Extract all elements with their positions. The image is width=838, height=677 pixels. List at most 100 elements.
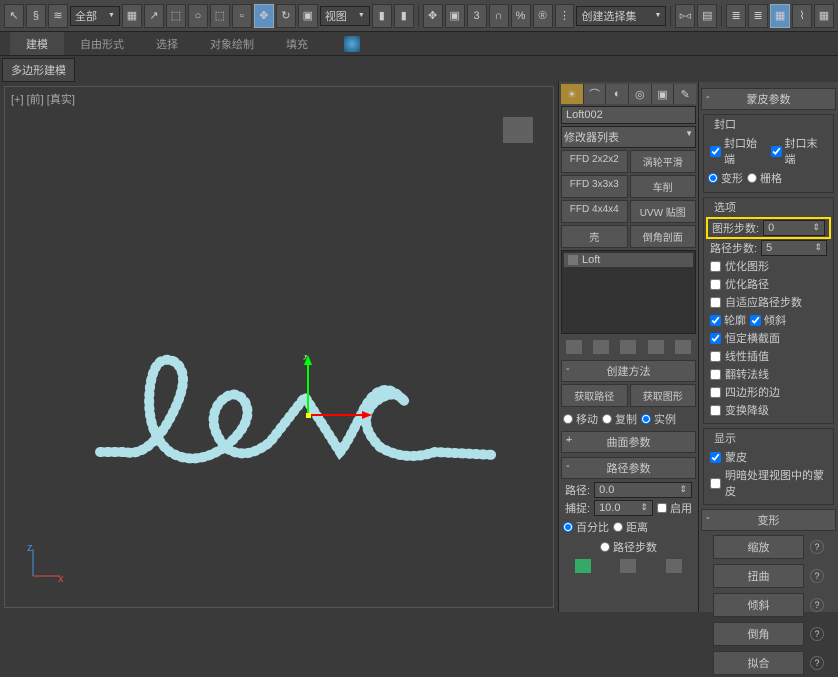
skin-shade-check[interactable]: 明暗处理视图中的蒙皮 — [706, 466, 831, 500]
config-icon[interactable] — [675, 340, 691, 354]
tab-icon[interactable]: ◎ — [629, 84, 651, 104]
radio-steps[interactable]: 路径步数 — [600, 539, 657, 555]
teeter-deform-btn[interactable]: 倾斜 — [713, 593, 804, 617]
get-shape-btn[interactable]: 获取图形 — [630, 384, 697, 407]
radio-move[interactable]: 移动 — [563, 411, 598, 427]
morph-radio[interactable]: 变形 — [708, 170, 743, 186]
rollup-path[interactable]: 路径参数 — [561, 457, 696, 479]
twist-deform-btn[interactable]: 扭曲 — [713, 564, 804, 588]
tool-icon[interactable]: ▦ — [770, 4, 790, 28]
tool-icon[interactable]: § — [26, 4, 46, 28]
tool-icon[interactable]: ↗ — [144, 4, 164, 28]
tool-icon[interactable]: ✥ — [423, 4, 443, 28]
rollup-deform[interactable]: 变形 — [701, 509, 836, 531]
toggle-icon[interactable]: ? — [810, 656, 824, 670]
tool-icon[interactable]: ≣ — [748, 4, 768, 28]
selset-dropdown[interactable]: 创建选择集 — [576, 6, 666, 26]
viewport[interactable]: [+] [前] [真实] y zx — [4, 86, 554, 608]
fit-deform-btn[interactable]: 拟合 — [713, 651, 804, 675]
object-name-input[interactable] — [561, 106, 696, 124]
opt-check[interactable]: 变换降级 — [706, 401, 831, 419]
move-icon[interactable]: ✥ — [254, 4, 274, 28]
sub-tab-polymodel[interactable]: 多边形建模 — [2, 58, 75, 82]
mod-btn[interactable]: FFD 2x2x2 — [561, 150, 628, 173]
cap-end-check[interactable]: 封口末端 — [771, 135, 828, 167]
tab-fill[interactable]: 填充 — [270, 32, 324, 55]
mod-btn[interactable]: FFD 3x3x3 — [561, 175, 628, 198]
tab-create-icon[interactable]: ☀ — [561, 84, 583, 104]
tab-icon[interactable]: ◐ — [606, 84, 628, 104]
tool-icon[interactable] — [593, 340, 609, 354]
opt-check[interactable]: 优化路径 — [706, 275, 831, 293]
scale-icon[interactable]: ▣ — [298, 4, 318, 28]
opt-check[interactable]: 优化图形 — [706, 257, 831, 275]
rollup-creation[interactable]: 创建方法 — [561, 360, 696, 382]
opt-check[interactable]: 线性插值 — [706, 347, 831, 365]
marquee-icon[interactable]: ⬚ — [166, 4, 186, 28]
rollup-surface[interactable]: +曲面参数 — [561, 431, 696, 453]
mod-btn[interactable]: FFD 4x4x4 — [561, 200, 628, 223]
align-icon[interactable]: ▤ — [697, 4, 717, 28]
opt-check[interactable]: 四边形的边 — [706, 383, 831, 401]
snap-spinner[interactable]: 10.0 — [594, 500, 653, 516]
toggle-icon[interactable]: ? — [810, 598, 824, 612]
schematic-icon[interactable]: ▦ — [814, 4, 834, 28]
prev-icon[interactable] — [620, 559, 636, 573]
opt-check[interactable]: 轮廓 — [710, 312, 746, 328]
tab-icon[interactable]: ▣ — [652, 84, 674, 104]
snap-icon[interactable]: % — [511, 4, 531, 28]
shape-steps-spinner[interactable]: 0 — [763, 220, 825, 236]
tab-modeling[interactable]: 建模 — [10, 32, 64, 55]
radio-pct[interactable]: 百分比 — [563, 519, 609, 535]
move-gizmo[interactable]: y — [300, 355, 380, 435]
tab-objpaint[interactable]: 对象绘制 — [194, 32, 270, 55]
rollup-skin[interactable]: 蒙皮参数 — [701, 88, 836, 110]
radio-copy[interactable]: 复制 — [602, 411, 637, 427]
tool-icon[interactable]: ▮ — [394, 4, 414, 28]
get-path-btn[interactable]: 获取路径 — [561, 384, 628, 407]
tab-modify-icon[interactable]: ⌒ — [584, 84, 606, 104]
toggle-icon[interactable]: ? — [810, 540, 824, 554]
stack-item[interactable]: Loft — [564, 253, 693, 267]
opt-check[interactable]: 自适应路径步数 — [706, 293, 831, 311]
tab-freeform[interactable]: 自由形式 — [64, 32, 140, 55]
mod-btn[interactable]: 倒角剖面 — [630, 225, 697, 248]
enable-check[interactable]: 启用 — [657, 500, 692, 516]
mod-btn[interactable]: UVW 贴图 — [630, 200, 697, 223]
toggle-icon[interactable]: ? — [810, 627, 824, 641]
tool-icon[interactable]: ▫ — [232, 4, 252, 28]
curve-icon[interactable]: ⌇ — [792, 4, 812, 28]
filter-dropdown[interactable]: 全部 — [70, 6, 120, 26]
snap-icon[interactable]: ® — [533, 4, 553, 28]
radio-instance[interactable]: 实例 — [641, 411, 676, 427]
mod-btn[interactable]: 涡轮平滑 — [630, 150, 697, 173]
rotate-icon[interactable]: ↻ — [276, 4, 296, 28]
tool-icon[interactable]: ↖ — [4, 4, 24, 28]
path-steps-spinner[interactable]: 5 — [761, 240, 827, 256]
modifier-dropdown[interactable]: 修改器列表 — [561, 126, 696, 148]
tool-icon[interactable] — [648, 340, 664, 354]
bevel-deform-btn[interactable]: 倒角 — [713, 622, 804, 646]
skin-check[interactable]: 蒙皮 — [706, 448, 831, 466]
layer-icon[interactable]: ≣ — [726, 4, 746, 28]
opt-check[interactable]: 恒定横截面 — [706, 329, 831, 347]
tool-icon[interactable]: ▦ — [122, 4, 142, 28]
tab-icon[interactable]: ✎ — [674, 84, 696, 104]
mod-btn[interactable]: 车削 — [630, 175, 697, 198]
tool-icon[interactable]: ▣ — [445, 4, 465, 28]
tab-selection[interactable]: 选择 — [140, 32, 194, 55]
snap-icon[interactable]: 3 — [467, 4, 487, 28]
path-spinner[interactable]: 0.0 — [594, 482, 692, 498]
mirror-icon[interactable]: ▹◃ — [675, 4, 695, 28]
opt-check[interactable]: 翻转法线 — [706, 365, 831, 383]
tool-icon[interactable] — [620, 340, 636, 354]
snap-icon[interactable]: ∩ — [489, 4, 509, 28]
refsys-dropdown[interactable]: 视图 — [320, 6, 370, 26]
modifier-stack[interactable]: Loft — [561, 250, 696, 334]
opt-check[interactable]: 倾斜 — [750, 312, 786, 328]
tool-icon[interactable]: ⋮ — [555, 4, 575, 28]
toggle-icon[interactable]: ? — [810, 569, 824, 583]
viewport-label[interactable]: [+] [前] [真实] — [11, 91, 75, 107]
next-icon[interactable] — [666, 559, 682, 573]
fence-icon[interactable]: ⬚ — [210, 4, 230, 28]
